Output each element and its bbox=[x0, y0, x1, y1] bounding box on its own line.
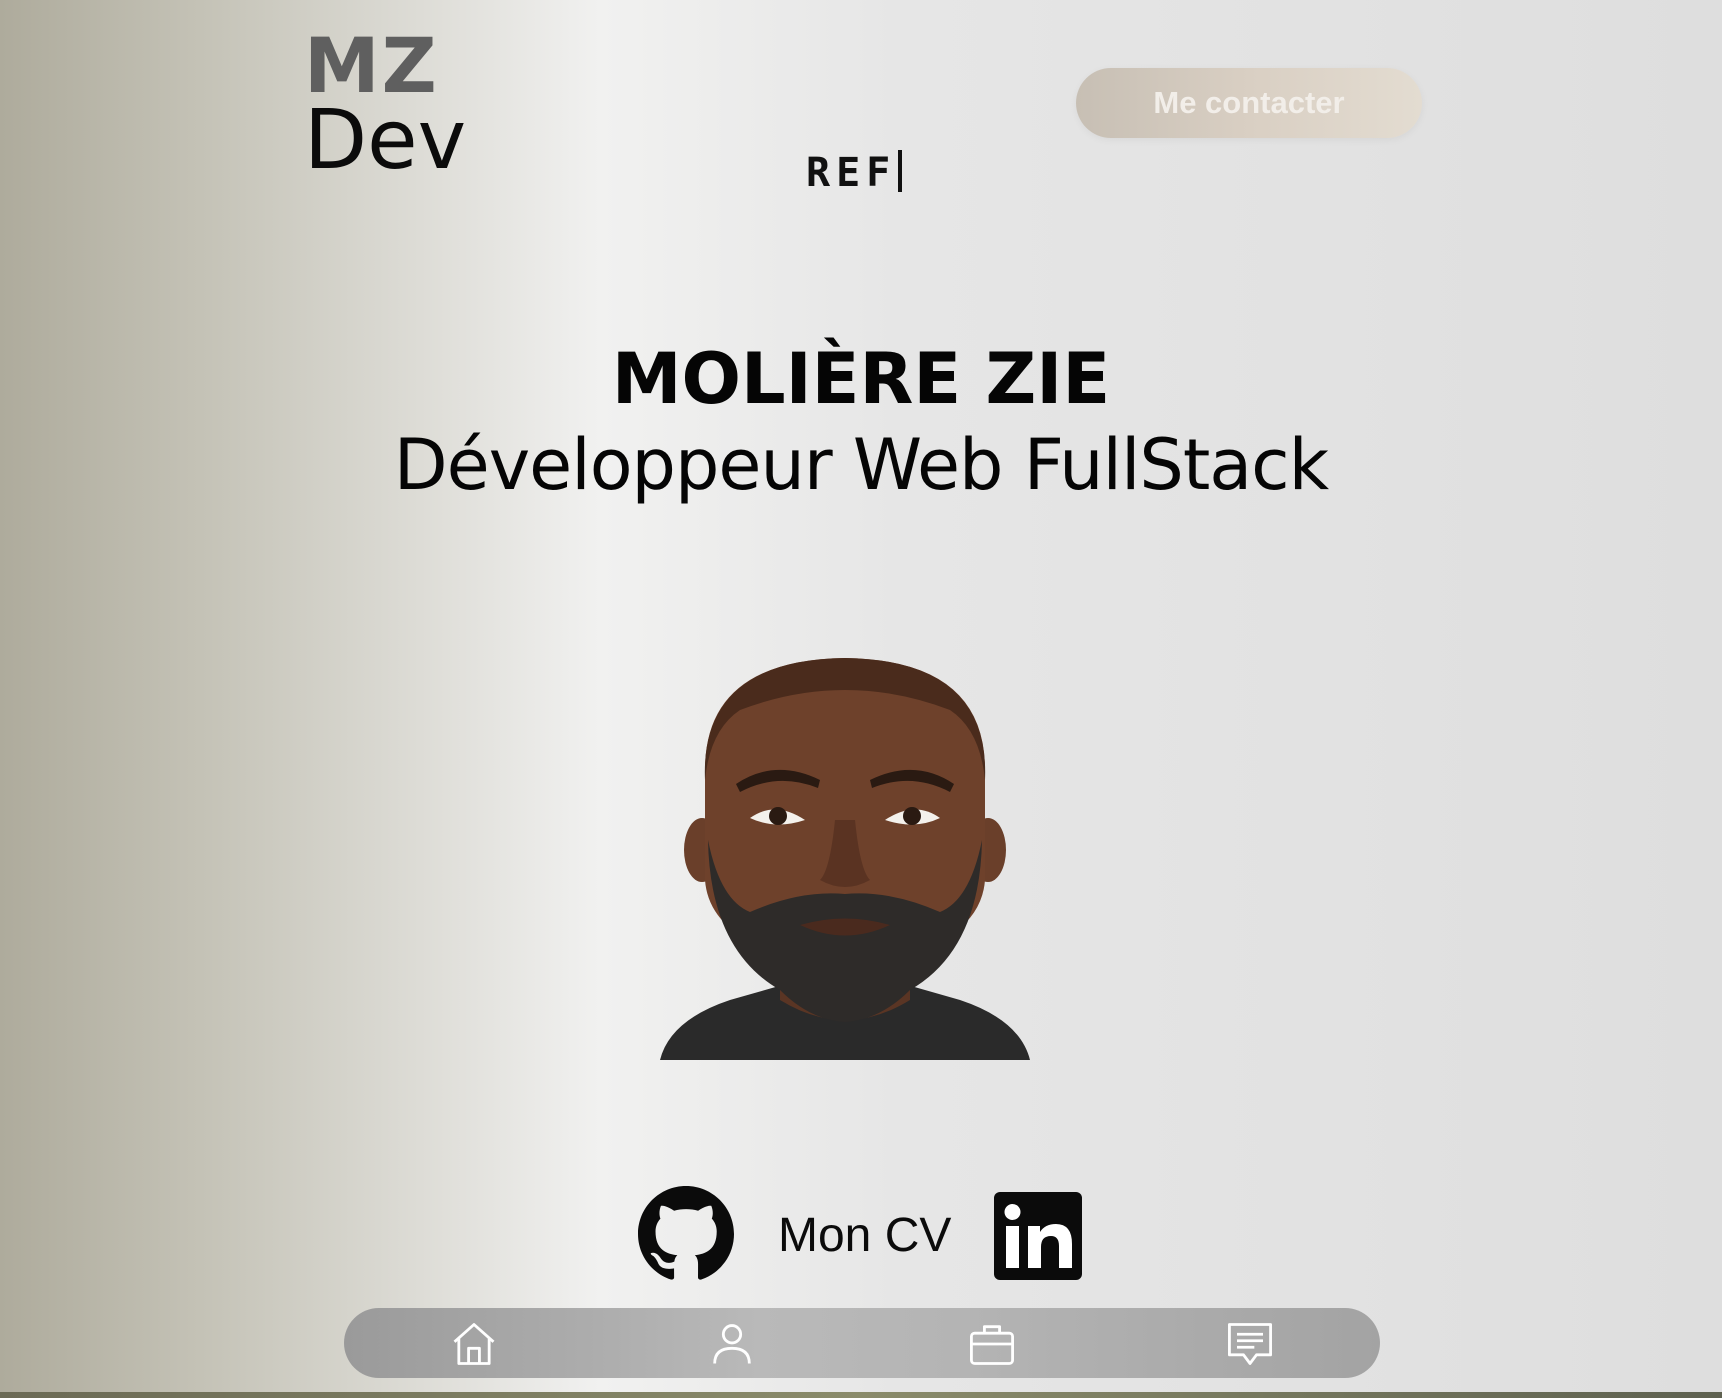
cv-link[interactable]: Mon CV bbox=[778, 1208, 951, 1263]
nav-home[interactable] bbox=[446, 1316, 502, 1372]
typing-text: REF bbox=[806, 150, 903, 196]
social-links: Mon CV bbox=[0, 1186, 1722, 1286]
typing-text-value: REF bbox=[806, 150, 897, 196]
home-icon bbox=[453, 1323, 495, 1365]
bottom-nav bbox=[344, 1308, 1380, 1378]
hero-role: Développeur Web FullStack bbox=[393, 424, 1329, 506]
logo[interactable]: MZ Dev bbox=[304, 28, 466, 182]
page-bottom-edge bbox=[0, 1392, 1722, 1398]
linkedin-icon[interactable] bbox=[994, 1192, 1082, 1280]
user-icon bbox=[713, 1324, 751, 1364]
contact-button[interactable]: Me contacter bbox=[1076, 68, 1422, 138]
message-icon bbox=[1228, 1323, 1272, 1365]
nav-portfolio[interactable] bbox=[964, 1316, 1020, 1372]
github-icon[interactable] bbox=[638, 1186, 734, 1282]
typing-caret bbox=[898, 150, 903, 192]
hero-name: MOLIÈRE ZIE bbox=[611, 338, 1111, 420]
logo-dev: Dev bbox=[304, 93, 467, 188]
briefcase-icon bbox=[970, 1325, 1014, 1365]
nav-contact[interactable] bbox=[1222, 1316, 1278, 1372]
avatar bbox=[660, 658, 1030, 1060]
nav-about[interactable] bbox=[704, 1316, 760, 1372]
